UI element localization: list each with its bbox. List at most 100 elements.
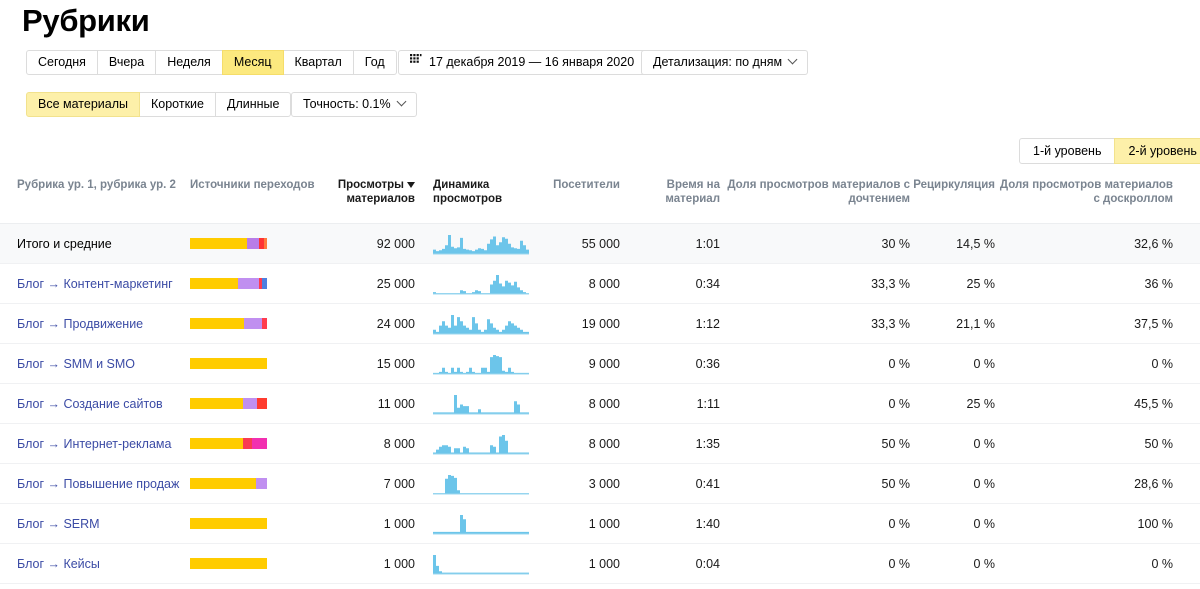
period-button-group: Сегодня Вчера Неделя Месяц Квартал Год — [26, 50, 397, 75]
row-category-link[interactable]: Блог → SMM и SMO — [17, 357, 135, 371]
row-label-total: Итого и средние — [17, 236, 112, 251]
sort-desc-icon — [407, 182, 415, 188]
date-range-button[interactable]: 17 декабря 2019 — 16 января 2020 — [398, 50, 647, 75]
cell-dynamics — [415, 471, 540, 497]
column-header-views[interactable]: Просмотры материалов — [330, 178, 415, 206]
date-range-label: 17 декабря 2019 — 16 января 2020 — [429, 55, 635, 69]
source-bar — [190, 238, 267, 249]
level-button-1[interactable]: 2-й уровень — [1114, 138, 1200, 164]
row-category-link[interactable]: Блог → Интернет-реклама — [17, 437, 171, 451]
source-bar-segment-0 — [190, 238, 247, 249]
column-header-views-label: Просмотры — [337, 179, 404, 191]
level-button-label: 2-й уровень — [1128, 143, 1197, 158]
cell-scroll-share: 100 % — [1137, 516, 1173, 531]
table-row: Блог → Создание сайтов 11 000 8 000 1:11 0 %… — [0, 384, 1200, 424]
table-row: Блог → Интернет-реклама 8 000 8 000 1:35 50 … — [0, 424, 1200, 464]
level-button-group: 1-й уровень 2-й уровень — [1019, 138, 1200, 164]
period-button-2[interactable]: Неделя — [155, 50, 223, 75]
source-bar — [190, 558, 267, 569]
row-category-link[interactable]: Блог → Создание сайтов — [17, 397, 163, 411]
period-button-3[interactable]: Месяц — [221, 50, 284, 75]
cell-sources — [185, 518, 330, 529]
cell-scroll-share: 0 % — [1151, 556, 1173, 571]
row-category-link[interactable]: Блог → Кейсы — [17, 557, 100, 571]
cell-sources — [185, 358, 330, 369]
cell-dynamics — [415, 391, 540, 417]
cell-visitors: 8 000 — [588, 436, 620, 451]
cell-scroll-share: 45,5 % — [1134, 396, 1173, 411]
column-header-sources[interactable]: Источники переходов — [185, 178, 330, 192]
cell-recirculation: 0 % — [973, 356, 995, 371]
precision-dropdown-button[interactable]: Точность: 0.1% — [291, 92, 417, 117]
row-category-link[interactable]: Блог → SERM — [17, 517, 100, 531]
detail-dropdown-button[interactable]: Детализация: по дням — [641, 50, 809, 75]
table-header-row: Рубрика ур. 1, рубрика ур. 2 Источники п… — [0, 170, 1200, 224]
column-header-scroll-share[interactable]: Доля просмотров материалов с доскроллом — [995, 178, 1185, 206]
cell-time: 1:35 — [695, 436, 720, 451]
source-bar-segment-0 — [190, 278, 238, 289]
cell-time: 1:40 — [695, 516, 720, 531]
source-bar-segment-2 — [256, 398, 267, 409]
cell-views: 25 000 — [376, 276, 415, 291]
cell-sources — [185, 278, 330, 289]
column-header-name[interactable]: Рубрика ур. 1, рубрика ур. 2 — [0, 178, 185, 192]
row-category-link[interactable]: Блог → Продвижение — [17, 317, 143, 331]
table-row: Блог → SERM 1 000 1 000 1:40 0 % 0 % 100 % — [0, 504, 1200, 544]
cell-read-share: 30 % — [881, 236, 911, 251]
cell-scroll-share: 50 % — [1144, 436, 1174, 451]
cell-recirculation: 21,1 % — [956, 316, 995, 331]
cell-dynamics — [415, 271, 540, 297]
cell-recirculation: 0 % — [973, 516, 995, 531]
source-bar-segment-0 — [190, 558, 267, 569]
column-header-time[interactable]: Время на материал — [620, 178, 720, 206]
source-bar-segment-1 — [243, 438, 253, 449]
cell-scroll-share: 28,6 % — [1134, 476, 1173, 491]
chevron-down-icon — [396, 96, 407, 107]
materials-button-2[interactable]: Длинные — [214, 92, 292, 117]
period-button-5[interactable]: Год — [352, 50, 397, 75]
source-bar — [190, 318, 267, 329]
cell-time: 1:11 — [696, 396, 720, 411]
source-bar-segment-0 — [190, 318, 244, 329]
materials-button-group: Все материалы Короткие Длинные — [26, 92, 292, 117]
cell-read-share: 33,3 % — [871, 316, 910, 331]
detail-label: Детализация: по дням — [653, 55, 783, 69]
source-bar-segment-0 — [190, 518, 267, 529]
level-button-0[interactable]: 1-й уровень — [1019, 138, 1116, 164]
column-header-visitors[interactable]: Посетители — [540, 178, 620, 192]
row-category-link[interactable]: Блог → Контент-маркетинг — [17, 277, 173, 291]
cell-time: 1:12 — [695, 316, 720, 331]
column-header-read-share[interactable]: Доля просмотров материалов с дочтением — [720, 178, 910, 206]
source-bar-segment-0 — [190, 438, 244, 449]
period-button-1[interactable]: Вчера — [96, 50, 157, 75]
row-category-link[interactable]: Блог → Повышение продаж — [17, 477, 179, 491]
materials-button-label: Длинные — [226, 97, 280, 111]
source-bar — [190, 398, 267, 409]
source-bar-segment-2 — [252, 438, 267, 449]
table-row: Блог → Повышение продаж 7 000 3 000 0:41 50 … — [0, 464, 1200, 504]
calendar-icon — [410, 51, 422, 74]
source-bar — [190, 478, 267, 489]
materials-button-0[interactable]: Все материалы — [26, 92, 140, 117]
period-button-label: Год — [364, 55, 385, 69]
materials-button-1[interactable]: Короткие — [138, 92, 216, 117]
table-row: Блог → Продвижение 24 000 19 000 1:12 33,3 %… — [0, 304, 1200, 344]
cell-recirculation: 14,5 % — [956, 236, 995, 251]
cell-visitors: 3 000 — [588, 476, 620, 491]
cell-sources — [185, 438, 330, 449]
cell-scroll-share: 37,5 % — [1134, 316, 1173, 331]
page-title: Рубрики — [22, 3, 150, 38]
cell-views: 15 000 — [376, 356, 415, 371]
cell-visitors: 8 000 — [588, 396, 620, 411]
cell-visitors: 1 000 — [588, 556, 620, 571]
period-button-0[interactable]: Сегодня — [26, 50, 98, 75]
cell-views: 8 000 — [383, 436, 415, 451]
period-button-4[interactable]: Квартал — [282, 50, 354, 75]
cell-views: 24 000 — [376, 316, 415, 331]
column-header-recirculation[interactable]: Рециркуляция — [910, 178, 995, 192]
cell-dynamics — [415, 551, 540, 577]
source-bar — [190, 438, 267, 449]
chevron-down-icon — [787, 54, 798, 65]
source-bar — [190, 278, 267, 289]
column-header-dynamics[interactable]: Динамика просмотров — [415, 178, 540, 206]
